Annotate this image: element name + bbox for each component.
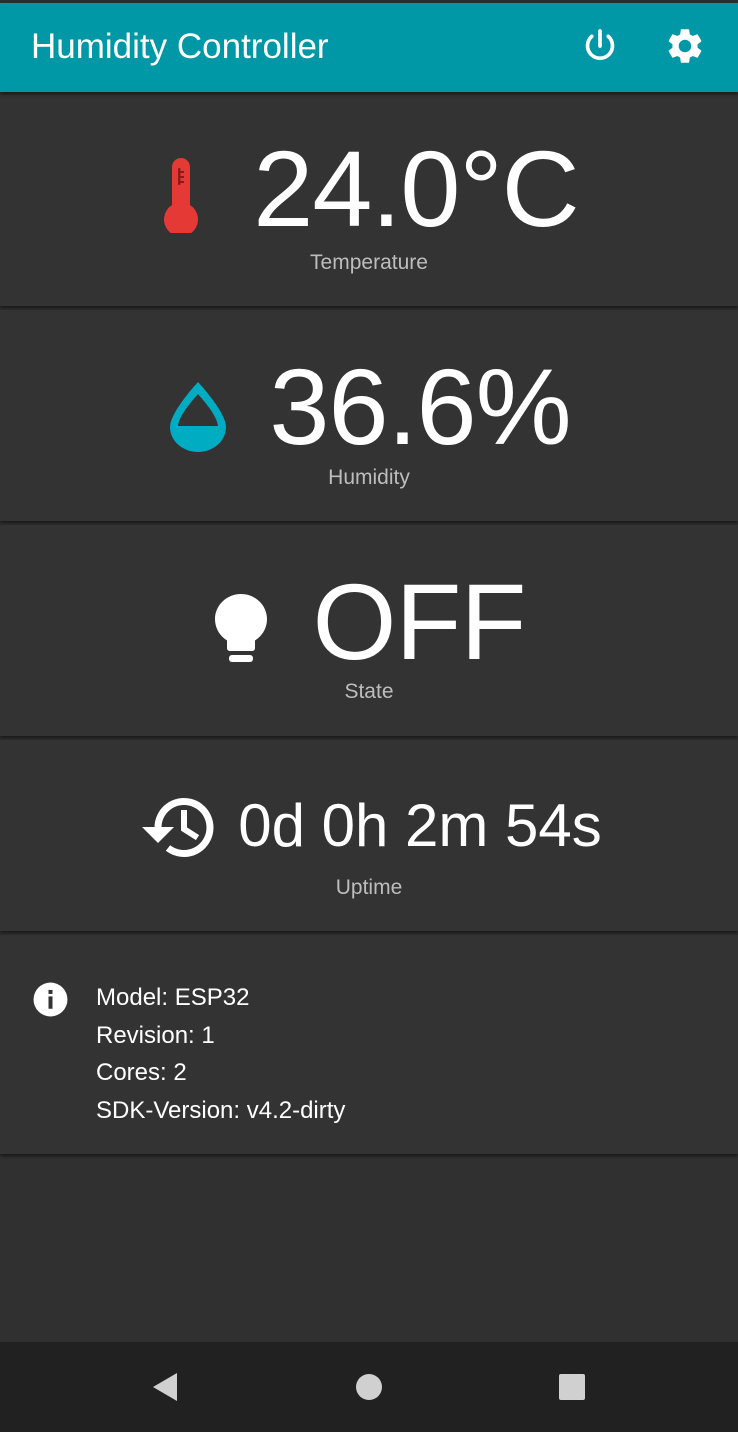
power-icon — [585, 29, 615, 60]
state-label: State — [344, 680, 394, 703]
info-icon — [33, 982, 68, 1017]
device-sdk-version: SDK-Version: v4.2-dirty — [96, 1096, 346, 1124]
nav-home-button[interactable] — [344, 1362, 394, 1412]
uptime-card: 0d 0h 2m 54s Uptime — [0, 740, 738, 931]
humidity-row: 36.6% — [0, 352, 738, 462]
settings-button[interactable] — [661, 22, 709, 70]
humidity-card: 36.6% Humidity — [0, 310, 738, 521]
history-icon — [142, 798, 214, 857]
state-card: OFF State — [0, 525, 738, 736]
lightbulb-icon — [214, 594, 267, 662]
state-row: OFF — [0, 567, 738, 677]
home-circle-icon — [356, 1374, 382, 1400]
device-info-card: Model: ESP32 Revision: 1 Cores: 2 SDK-Ve… — [0, 935, 738, 1154]
water-drop-icon — [170, 382, 227, 452]
device-revision: Revision: 1 — [96, 1021, 215, 1049]
uptime-label: Uptime — [335, 876, 403, 899]
thermometer-icon — [164, 158, 199, 233]
system-nav-bar — [0, 1342, 738, 1432]
recents-square-icon — [559, 1374, 585, 1400]
temperature-card: 24.0°C Temperature — [0, 95, 738, 306]
device-info-lines: Model: ESP32 Revision: 1 Cores: 2 SDK-Ve… — [96, 979, 345, 1129]
temperature-label: Temperature — [310, 251, 428, 274]
nav-back-button[interactable] — [139, 1362, 189, 1412]
uptime-value: 0d 0h 2m 54s — [238, 792, 602, 859]
power-button[interactable] — [576, 22, 624, 70]
humidity-label: Humidity — [328, 466, 410, 489]
temperature-row: 24.0°C — [0, 134, 738, 244]
app-title: Humidity Controller — [31, 27, 329, 66]
temperature-value: 24.0°C — [253, 128, 579, 249]
gear-icon — [668, 29, 702, 63]
uptime-row: 0d 0h 2m 54s — [0, 788, 738, 864]
back-triangle-icon — [153, 1373, 177, 1401]
nav-recents-button[interactable] — [547, 1362, 597, 1412]
humidity-value: 36.6% — [269, 346, 571, 467]
device-model: Model: ESP32 — [96, 984, 250, 1011]
device-cores: Cores: 2 — [96, 1059, 187, 1086]
state-value: OFF — [312, 561, 527, 682]
app-bar: Humidity Controller — [0, 3, 738, 92]
